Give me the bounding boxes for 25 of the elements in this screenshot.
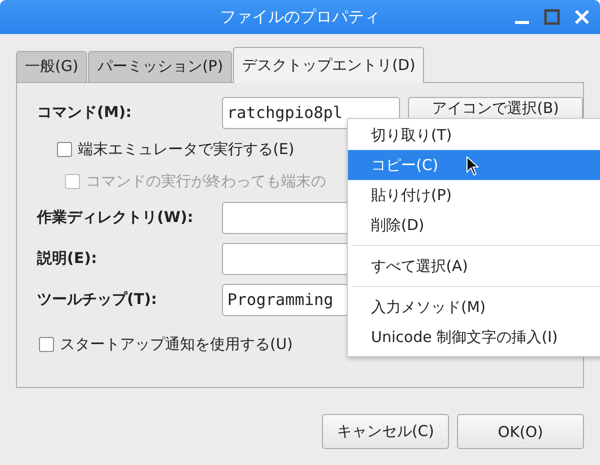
menu-item[interactable]: コピー(C) xyxy=(348,150,600,180)
tab[interactable]: パーミッション(P) xyxy=(88,51,232,82)
menu-item[interactable]: Unicode 制御文字の挿入(I) xyxy=(348,322,600,352)
menu-item[interactable]: 削除(D) xyxy=(348,210,600,240)
field-label: ツールチップ(T): xyxy=(37,290,158,309)
checkbox[interactable] xyxy=(39,336,54,352)
maximize-icon[interactable] xyxy=(544,9,560,25)
menu-item[interactable]: 貼り付け(P) xyxy=(348,180,600,210)
checkbox[interactable] xyxy=(57,142,72,156)
ok-button[interactable]: OK(O) xyxy=(457,414,584,449)
checkbox-label: スタートアップ通知を使用する(U) xyxy=(60,334,293,354)
checkbox-label: コマンドの実行が終わっても端末の xyxy=(86,172,326,190)
field-label: 作業ディレクトリ(W): xyxy=(37,208,194,227)
checkbox-label: 端末エミュレータで実行する(E) xyxy=(78,140,294,158)
close-icon[interactable] xyxy=(574,9,590,25)
menu-item[interactable]: すべて選択(A) xyxy=(348,251,600,281)
command-field[interactable]: ratchgpio8pl xyxy=(222,96,400,128)
window-title: ファイルのプロパティ xyxy=(220,6,380,28)
field-label: 説明(E): xyxy=(37,249,98,268)
field-label: コマンド(M): xyxy=(37,103,133,122)
tab[interactable]: デスクトップエントリ(D) xyxy=(233,47,424,83)
menu-item[interactable]: 入力メソッド(M) xyxy=(348,292,600,322)
mouse-pointer-icon xyxy=(466,156,479,176)
cancel-button[interactable]: キャンセル(C) xyxy=(322,414,449,449)
tab[interactable]: 一般(G) xyxy=(16,51,88,82)
